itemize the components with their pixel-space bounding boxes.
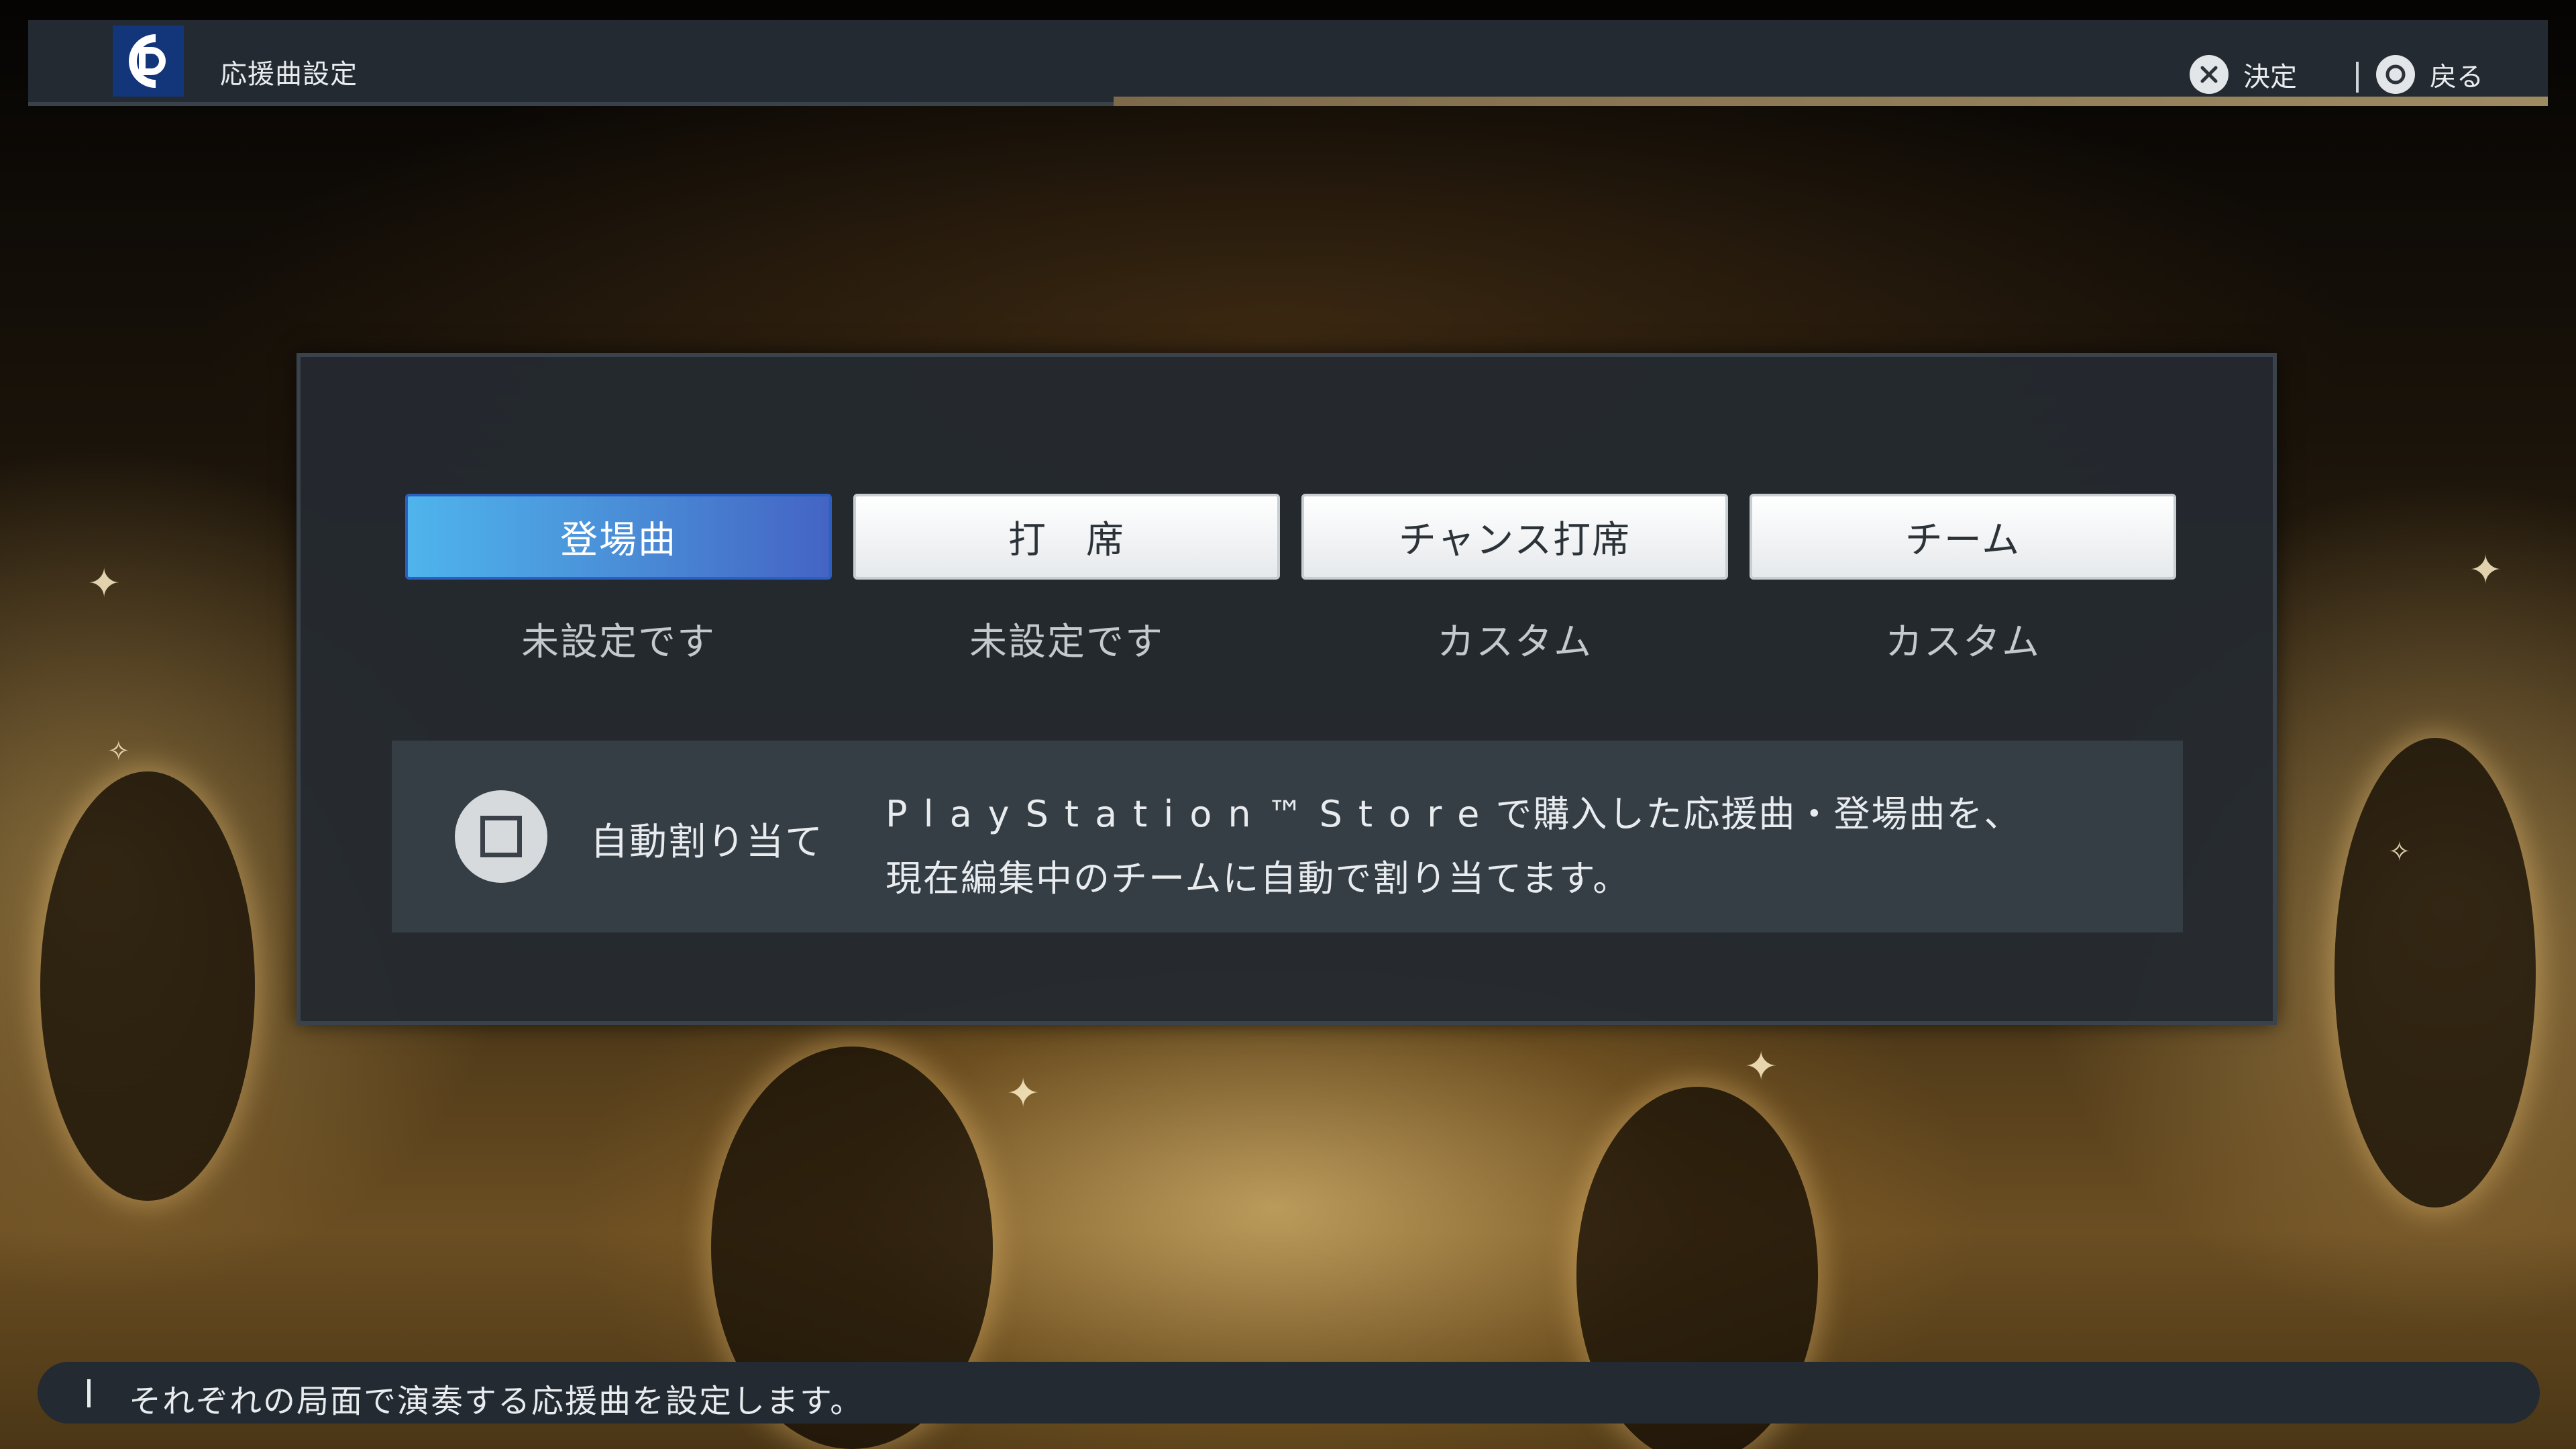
screen: ✦ ✦ ✦ ✦ ✧ ✧ 応援曲設定 決定 戻る 登場曲 打 席 チャンス打席 チ… xyxy=(0,0,2576,1449)
sparkle-icon: ✧ xyxy=(2388,837,2411,867)
tab-team-label: チーム xyxy=(1904,518,2021,562)
tab-at-bat-label: 打 席 xyxy=(1008,518,1125,562)
auto-assign-box[interactable]: 自動割り当て PlayStation™Storeで購入した応援曲・登場曲を、 現… xyxy=(392,741,2183,932)
chance-at-bat-status: カスタム xyxy=(1437,621,1593,664)
cheer-song-settings-panel: 登場曲 打 席 チャンス打席 チーム 未設定です 未設定です カスタム カスタム… xyxy=(297,353,2277,1025)
auto-assign-label: 自動割り当て xyxy=(590,820,824,864)
square-button-icon xyxy=(455,790,547,883)
cross-button-icon xyxy=(2190,55,2229,94)
at-bat-status: 未設定です xyxy=(969,621,1164,664)
crowd-silhouette xyxy=(2334,738,2536,1208)
crowd-silhouette xyxy=(40,771,255,1201)
tab-chance-at-bat[interactable]: チャンス打席 xyxy=(1301,494,1728,580)
team-logo xyxy=(113,25,184,97)
help-bar-marker xyxy=(87,1379,91,1407)
back-hint[interactable]: 戻る xyxy=(2376,55,2483,94)
tab-team[interactable]: チーム xyxy=(1750,494,2176,580)
entrance-song-status: 未設定です xyxy=(521,621,716,664)
header-bar: 応援曲設定 決定 戻る xyxy=(28,20,2548,106)
sparkle-icon: ✦ xyxy=(2469,547,2503,594)
back-hint-label: 戻る xyxy=(2430,62,2483,93)
auto-assign-description-line1: で購入した応援曲・登場曲を、 xyxy=(1495,793,2022,835)
help-text: それぞれの局面で演奏する応援曲を設定します。 xyxy=(129,1383,864,1420)
page-title: 応援曲設定 xyxy=(220,59,358,90)
tab-chance-at-bat-label: チャンス打席 xyxy=(1398,518,1631,562)
sparkle-icon: ✦ xyxy=(1006,1070,1040,1117)
store-name: PlayStation™Store xyxy=(885,793,1496,835)
sparkle-icon: ✧ xyxy=(107,736,130,767)
tab-entrance-song-label: 登場曲 xyxy=(560,518,677,562)
sparkle-icon: ✦ xyxy=(1744,1043,1778,1090)
sparkle-icon: ✦ xyxy=(87,560,121,607)
circle-button-icon xyxy=(2376,55,2415,94)
tab-at-bat[interactable]: 打 席 xyxy=(853,494,1280,580)
hint-separator xyxy=(2356,62,2359,93)
confirm-hint[interactable]: 決定 xyxy=(2190,55,2297,94)
auto-assign-description-line2: 現在編集中のチームに自動で割り当てます。 xyxy=(885,857,1631,900)
tab-entrance-song[interactable]: 登場曲 xyxy=(405,494,832,580)
auto-assign-description: PlayStation™Storeで購入した応援曲・登場曲を、 現在編集中のチー… xyxy=(885,782,2021,911)
team-status: カスタム xyxy=(1885,621,2041,664)
dragons-cd-logo-icon xyxy=(129,34,166,88)
help-bar: それぞれの局面で演奏する応援曲を設定します。 xyxy=(38,1362,2540,1424)
header-accent-line xyxy=(1114,97,2548,106)
confirm-hint-label: 決定 xyxy=(2243,62,2297,93)
